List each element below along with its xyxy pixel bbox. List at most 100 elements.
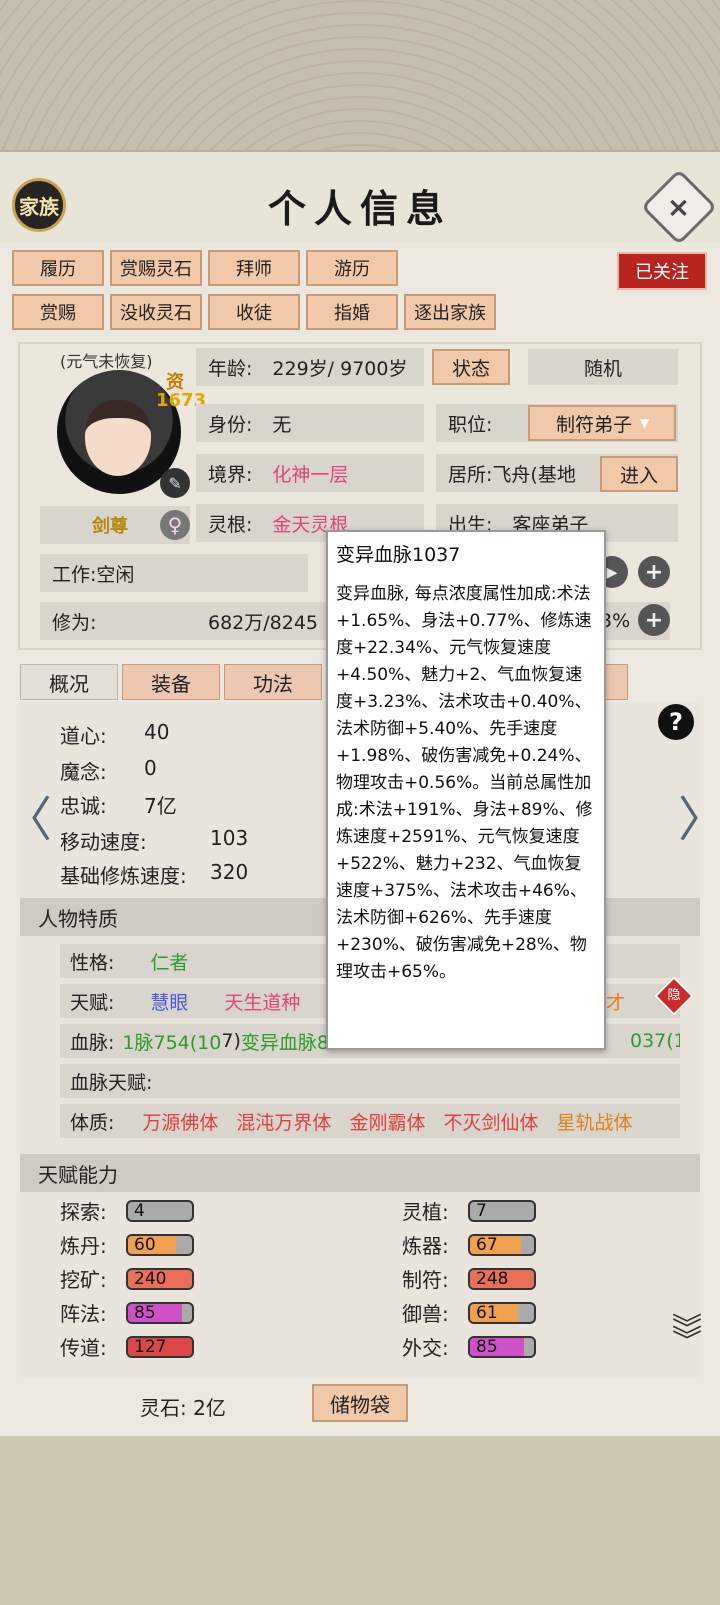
- identity-field: 身份: 无: [196, 404, 424, 442]
- residence-value: 飞舟(基地: [492, 463, 576, 486]
- physique-item[interactable]: 混沌万界体: [236, 1108, 331, 1135]
- arrange-marriage-button[interactable]: 指婚: [306, 294, 398, 330]
- prev-arrow-icon[interactable]: 〈: [4, 780, 52, 850]
- work-field: 工作: 空闲: [40, 554, 308, 592]
- physique-item[interactable]: 金刚霸体: [349, 1108, 425, 1135]
- page-title: 个人信息: [267, 186, 452, 231]
- personality-label: 性格:: [70, 951, 115, 974]
- age-field: 年龄: 229岁/ 9700岁: [196, 348, 424, 386]
- physique-item[interactable]: 万源佛体: [142, 1108, 218, 1135]
- ability-label: 外交:: [402, 1336, 449, 1360]
- position-select[interactable]: 制符弟子 ▼: [528, 405, 676, 441]
- realm-value: 化神一层: [272, 463, 349, 486]
- apprentice-button[interactable]: 拜师: [208, 250, 300, 286]
- ability-value: 61: [476, 1303, 498, 1323]
- ability-value: 248: [476, 1269, 509, 1289]
- state-button[interactable]: 状态: [432, 349, 510, 385]
- ability-value: 4: [134, 1201, 145, 1221]
- history-button[interactable]: 履历: [12, 250, 104, 286]
- storage-bag-button[interactable]: 储物袋: [312, 1384, 408, 1422]
- ability-label: 炼器:: [402, 1234, 449, 1258]
- ability-bar: 248: [468, 1268, 536, 1290]
- talent-item[interactable]: 才: [606, 988, 625, 1015]
- ability-bar: 60: [126, 1234, 194, 1256]
- cultivation-label: 修为:: [52, 611, 97, 634]
- age-value: 229岁/ 9700岁: [272, 357, 408, 380]
- ability-label: 挖矿:: [60, 1268, 107, 1292]
- plus-icon[interactable]: +: [638, 604, 670, 636]
- residence-label: 居所:: [448, 463, 493, 486]
- ability-bar: 240: [126, 1268, 194, 1290]
- avatar-face: [85, 400, 151, 476]
- base-cultivation-label: 基础修炼速度:: [60, 864, 187, 888]
- ability-bar: 4: [126, 1200, 194, 1222]
- tab-equipment[interactable]: 装备: [122, 664, 220, 700]
- abilities-section-header: 天赋能力: [20, 1154, 700, 1192]
- identity-label: 身份:: [208, 413, 253, 436]
- ability-label: 阵法:: [60, 1302, 107, 1326]
- hidden-label: 隐: [667, 988, 681, 1003]
- edit-icon[interactable]: ✎: [160, 468, 190, 498]
- daoxin-label: 道心:: [60, 724, 107, 748]
- ability-value: 85: [476, 1337, 498, 1357]
- work-label: 工作:: [52, 563, 97, 586]
- confiscate-stone-button[interactable]: 没收灵石: [110, 294, 202, 330]
- background-lower: [0, 1436, 720, 1605]
- loyalty-label: 忠诚:: [60, 794, 107, 818]
- travel-button[interactable]: 游历: [306, 250, 398, 286]
- realm-field: 境界: 化神一层: [196, 454, 424, 492]
- ability-value: 60: [134, 1235, 156, 1255]
- bloodline-talent-row: 血脉天赋:: [60, 1064, 680, 1098]
- ability-value: 7: [476, 1201, 487, 1221]
- follow-button[interactable]: 已关注: [617, 252, 707, 290]
- physique-item[interactable]: 星轨战体: [556, 1108, 632, 1135]
- talent-item[interactable]: 慧眼: [150, 988, 188, 1015]
- personality-value[interactable]: 仁者: [150, 948, 188, 975]
- plus-icon[interactable]: +: [638, 556, 670, 588]
- tab-techniques[interactable]: 功法: [224, 664, 322, 700]
- ability-value: 127: [134, 1337, 167, 1357]
- ability-value: 85: [134, 1303, 156, 1323]
- age-label: 年龄:: [208, 357, 253, 380]
- ability-label: 传道:: [60, 1336, 107, 1360]
- ability-bar: 7: [468, 1200, 536, 1222]
- ability-bar: 127: [126, 1336, 194, 1358]
- speed-value: 103: [210, 826, 249, 850]
- bloodline-talent-label: 血脉天赋:: [70, 1071, 153, 1094]
- random-button[interactable]: 随机: [528, 349, 678, 385]
- bloodline-tooltip: 变异血脉1037 变异血脉, 每点浓度属性加成:术法+1.65%、身法+0.77…: [326, 530, 606, 1050]
- position-value: 制符弟子: [556, 413, 633, 436]
- work-value: 空闲: [96, 563, 135, 586]
- tooltip-body: 变异血脉, 每点浓度属性加成:术法+1.65%、身法+0.77%、修炼速度+22…: [336, 584, 593, 982]
- help-icon[interactable]: ?: [658, 704, 694, 740]
- ability-bar: 85: [468, 1336, 536, 1358]
- tab-overview[interactable]: 概况: [20, 664, 118, 700]
- bloodline-item[interactable]: 1脉754(10: [122, 1028, 221, 1055]
- enter-button[interactable]: 进入: [600, 456, 678, 492]
- next-arrow-icon[interactable]: 〉: [678, 780, 720, 850]
- bloodline-item[interactable]: 037(1: [630, 1030, 680, 1052]
- identity-value: 无: [272, 413, 292, 436]
- realm-label: 境界:: [208, 463, 253, 486]
- bloodline-item-tail: 7): [221, 1030, 241, 1052]
- talent-item[interactable]: 天生道种: [224, 988, 300, 1015]
- physique-row: 体质: 万源佛体 混沌万界体 金刚霸体 不灭剑仙体 星轨战体: [60, 1104, 680, 1138]
- expel-button[interactable]: 逐出家族: [404, 294, 496, 330]
- monian-label: 魔念:: [60, 760, 107, 784]
- reward-button[interactable]: 赏赐: [12, 294, 104, 330]
- ability-bar: 61: [468, 1302, 536, 1324]
- base-cultivation-value: 320: [210, 860, 249, 884]
- female-icon: ♀: [160, 510, 190, 540]
- scroll-down-icon[interactable]: ︾ ︾: [672, 1315, 702, 1357]
- loyalty-value: 7亿: [144, 794, 177, 818]
- bloodline-label: 血脉:: [70, 1031, 115, 1054]
- ability-label: 探索:: [60, 1200, 107, 1224]
- take-disciple-button[interactable]: 收徒: [208, 294, 300, 330]
- ability-label: 灵植:: [402, 1200, 449, 1224]
- chevron-down-icon: ▼: [640, 416, 650, 430]
- reward-stone-button[interactable]: 赏赐灵石: [110, 250, 202, 286]
- speed-label: 移动速度:: [60, 830, 147, 854]
- close-icon: ×: [667, 190, 691, 224]
- ability-label: 制符:: [402, 1268, 449, 1292]
- physique-item[interactable]: 不灭剑仙体: [443, 1108, 538, 1135]
